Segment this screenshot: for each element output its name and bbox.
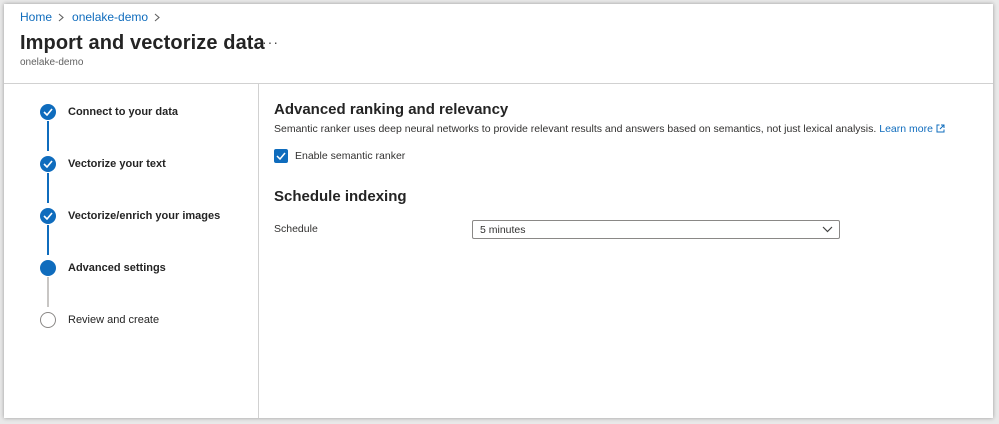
checkmark-icon (40, 104, 56, 120)
semantic-ranker-checkbox[interactable] (274, 149, 288, 163)
step-connector (47, 277, 49, 307)
wizard-divider (258, 84, 259, 418)
learn-more-link[interactable]: Learn more (879, 123, 945, 135)
breadcrumb: Home onelake-demo (20, 10, 162, 24)
step-label: Vectorize/enrich your images (68, 210, 221, 222)
schedule-label: Schedule (274, 223, 318, 235)
chevron-down-icon (822, 226, 833, 233)
schedule-selected-value: 5 minutes (480, 223, 526, 236)
ranking-description-text: Semantic ranker uses deep neural network… (274, 123, 877, 135)
ranking-section-title: Advanced ranking and relevancy (274, 101, 509, 118)
external-link-icon (936, 124, 945, 136)
page-subtitle: onelake-demo (20, 57, 84, 68)
wizard-steps (4, 84, 258, 418)
step-review-create[interactable]: Review and create (40, 311, 159, 329)
breadcrumb-home-link[interactable]: Home (20, 10, 52, 24)
step-label: Connect to your data (68, 106, 179, 118)
checkmark-icon (40, 156, 56, 172)
more-options-button[interactable]: ··· (262, 34, 279, 50)
ranking-description: Semantic ranker uses deep neural network… (274, 123, 945, 136)
chevron-right-icon (58, 12, 66, 22)
current-step-dot-icon (40, 260, 56, 276)
checkmark-icon (40, 208, 56, 224)
schedule-dropdown[interactable]: 5 minutes (472, 220, 840, 239)
step-vectorize-images[interactable]: Vectorize/enrich your images (40, 207, 220, 225)
step-connector (47, 173, 49, 203)
semantic-ranker-label[interactable]: Enable semantic ranker (295, 150, 405, 162)
step-vectorize-text[interactable]: Vectorize your text (40, 155, 166, 173)
page-title: Import and vectorize data (20, 32, 265, 54)
step-label: Vectorize your text (68, 158, 166, 170)
breadcrumb-resource-link[interactable]: onelake-demo (72, 10, 148, 24)
step-connector (47, 225, 49, 255)
app-frame: Home onelake-demo Import and vectorize d… (4, 4, 993, 418)
step-connector (47, 121, 49, 151)
chevron-right-icon (154, 12, 162, 22)
step-label: Advanced settings (68, 262, 166, 274)
step-label: Review and create (68, 314, 160, 326)
learn-more-label: Learn more (879, 123, 933, 135)
pending-step-circle-icon (40, 312, 56, 328)
step-advanced-settings[interactable]: Advanced settings (40, 259, 166, 277)
semantic-ranker-checkbox-row: Enable semantic ranker (274, 149, 405, 163)
schedule-section-title: Schedule indexing (274, 188, 407, 205)
step-connect-data[interactable]: Connect to your data (40, 103, 178, 121)
